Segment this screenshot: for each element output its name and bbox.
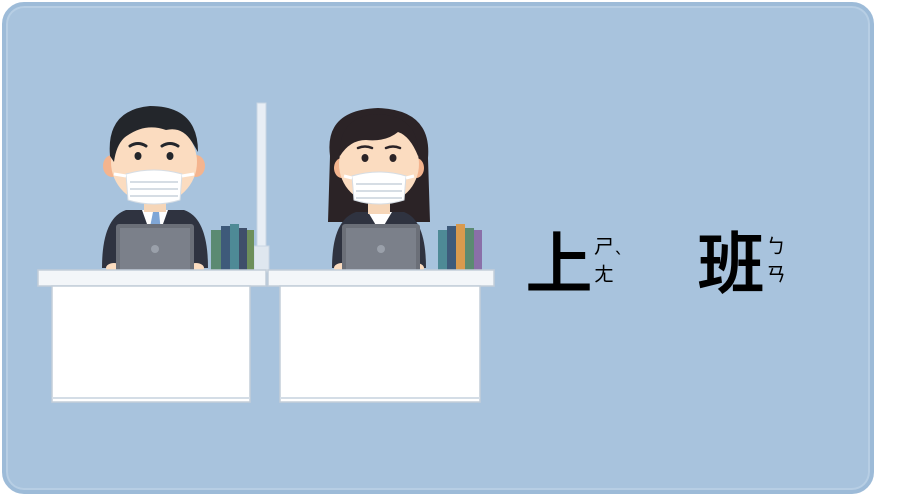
zhuyin-symbol: ㄅ: [766, 234, 786, 258]
books-icon: [211, 224, 254, 272]
zhuyin-symbol: ㄢ: [766, 262, 786, 286]
zhuyin-annotation: ㄅ ㄢ: [764, 228, 798, 302]
vocab-word-shang: 上 ㄕ ㄤ ˋ: [526, 220, 626, 310]
zhuyin-symbol: ㄤ: [594, 262, 614, 286]
zhuyin-symbol: ㄕ: [594, 234, 614, 258]
desk-icon: [37, 269, 267, 403]
books-icon: [438, 224, 482, 272]
vocab-word-ban: 班 ㄅ ㄢ: [698, 220, 798, 310]
tone-mark: ˋ: [614, 248, 624, 272]
vocabulary-card: 上 ㄕ ㄤ ˋ 班 ㄅ ㄢ: [2, 2, 874, 494]
hanzi-character: 上: [526, 226, 592, 303]
laptop-icon: [328, 224, 436, 275]
zhuyin-annotation: ㄕ ㄤ ˋ: [592, 228, 626, 302]
desk-icon: [267, 269, 495, 403]
hanzi-character: 班: [698, 226, 764, 303]
laptop-icon: [102, 224, 210, 275]
partition-icon: [253, 102, 270, 273]
